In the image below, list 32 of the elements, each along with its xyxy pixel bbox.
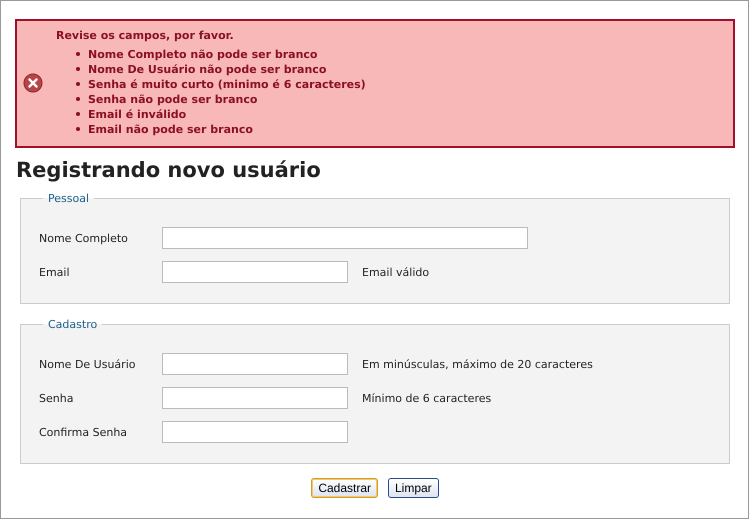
input-field[interactable] (162, 261, 348, 283)
error-message: Nome Completo não pode ser branco (88, 46, 318, 62)
error-message: Nome De Usuário não pode ser branco (88, 62, 326, 76)
input-field[interactable] (162, 387, 348, 409)
page-heading: Registrando novo usuário (16, 158, 322, 182)
field-hint: Email válido (362, 266, 430, 278)
error-icon (23, 72, 43, 92)
field-label: Nome Completo (39, 232, 129, 244)
input-field[interactable] (162, 421, 348, 443)
bullet-icon (76, 52, 80, 56)
field-hint: Mínimo de 6 caracteres (362, 392, 492, 404)
error-message: Senha é muito curto (minimo é 6 caracteres) (88, 76, 366, 92)
field-label: Senha (39, 392, 74, 404)
bullet-icon (76, 112, 80, 116)
error-message: Email é inválido (88, 106, 186, 122)
form-button[interactable]: Limpar (388, 478, 439, 498)
form-button[interactable]: Cadastrar (311, 478, 378, 498)
field-hint: Em minúsculas, máximo de 20 caracteres (362, 358, 593, 370)
bullet-icon (76, 127, 80, 131)
error-title: Revise os campos, por favor. (56, 28, 235, 42)
section-legend: Cadastro (43, 318, 102, 331)
input-field[interactable] (162, 227, 528, 249)
input-field[interactable] (162, 353, 348, 375)
bullet-icon (76, 67, 80, 71)
field-label: Nome De Usuário (39, 358, 136, 370)
section-legend: Pessoal (43, 192, 94, 205)
field-label: Confirma Senha (39, 426, 128, 438)
field-label: Email (39, 266, 71, 278)
bullet-icon (76, 82, 80, 86)
error-message: Senha não pode ser branco (88, 92, 258, 106)
bullet-icon (76, 97, 80, 101)
error-message: Email não pode ser branco (88, 122, 253, 136)
